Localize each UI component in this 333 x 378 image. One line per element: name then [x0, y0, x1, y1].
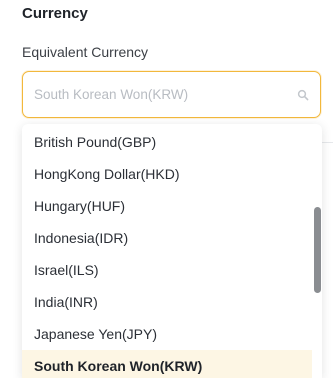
- currency-option-idr[interactable]: Indonesia(IDR): [22, 222, 312, 254]
- section-title: Currency: [22, 5, 88, 22]
- search-icon: [297, 89, 309, 101]
- dropdown-scrollbar-track[interactable]: [312, 124, 322, 378]
- dropdown-scrollbar-thumb[interactable]: [314, 207, 321, 293]
- currency-search-input[interactable]: [34, 72, 284, 117]
- currency-option-krw-selected[interactable]: South Korean Won(KRW): [22, 350, 312, 378]
- currency-option-inr[interactable]: India(INR): [22, 286, 312, 318]
- currency-option-huf[interactable]: Hungary(HUF): [22, 190, 312, 222]
- currency-option-jpy[interactable]: Japanese Yen(JPY): [22, 318, 312, 350]
- currency-settings-panel: { "section": { "title": "Currency" }, "f…: [0, 0, 333, 378]
- currency-option-ils[interactable]: Israel(ILS): [22, 254, 312, 286]
- currency-option-gbp[interactable]: British Pound(GBP): [22, 126, 312, 158]
- background-divider: [322, 142, 333, 143]
- currency-dropdown-list[interactable]: British Pound(GBP) HongKong Dollar(HKD) …: [22, 124, 322, 378]
- currency-search-box[interactable]: [22, 71, 321, 118]
- equivalent-currency-label: Equivalent Currency: [22, 44, 149, 60]
- currency-option-hkd[interactable]: HongKong Dollar(HKD): [22, 158, 312, 190]
